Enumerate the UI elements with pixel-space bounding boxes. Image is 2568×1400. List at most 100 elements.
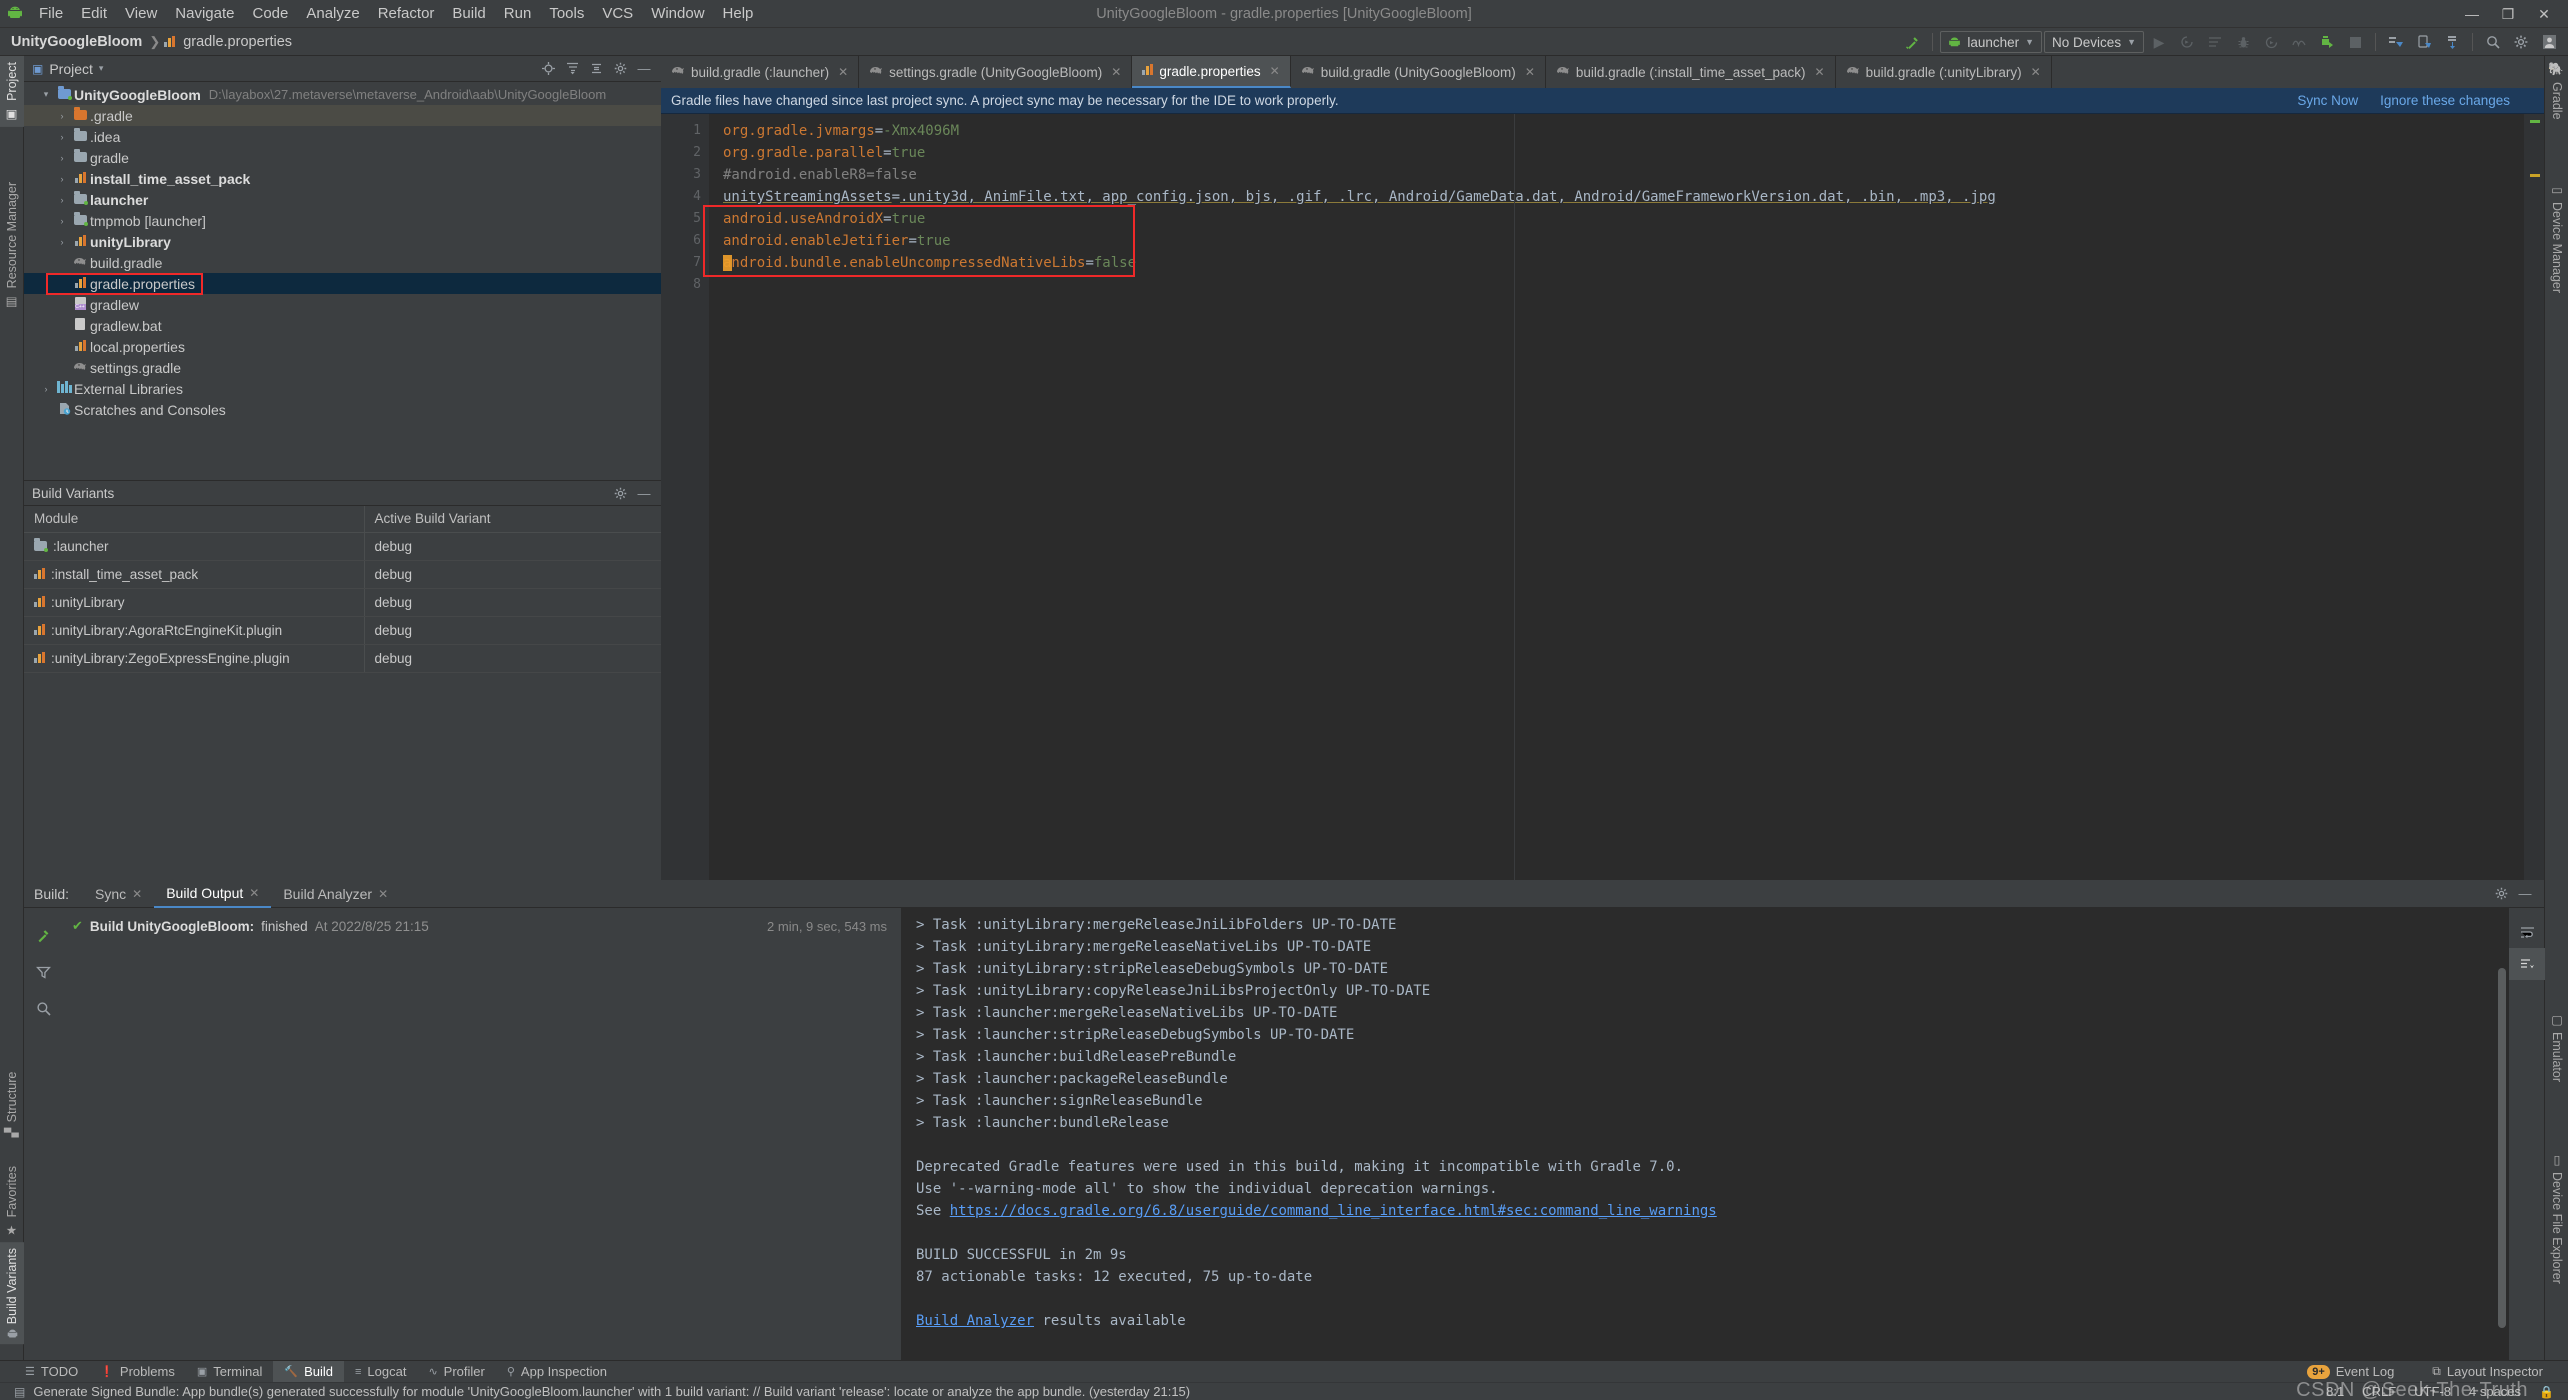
table-row[interactable]: :launcher debug [24,532,661,561]
left-tool-strip[interactable]: ▣ Project ▤ Resource Manager ▞ Structure… [0,56,24,1360]
build-icon[interactable] [2202,30,2228,54]
sidebar-item-favorites[interactable]: ★ Favorites [0,1160,24,1243]
toolwindow-build[interactable]: 🔨 Build [273,1360,344,1383]
menu-navigate[interactable]: Navigate [166,0,243,28]
tree-node-gradlew[interactable]: C++ gradlew [24,294,661,315]
chevron-icon[interactable]: ▾ [38,89,54,100]
menu-file[interactable]: File [30,0,72,28]
tree-node-.gradle[interactable]: › .gradle [24,105,661,126]
window-controls[interactable]: — ❐ ✕ [2454,0,2562,28]
code-content[interactable]: org.gradle.jvmargs=-Xmx4096M org.gradle.p… [703,114,2524,880]
sidebar-item-emulator[interactable]: ▢ Emulator [2545,1006,2568,1088]
code-editor[interactable]: 12345678 org.gradle.jvmargs=-Xmx4096M org… [661,114,2544,880]
build-panel-rail[interactable] [24,908,62,1360]
close-icon[interactable]: ✕ [249,886,259,900]
toolwindow-terminal[interactable]: ▣ Terminal [186,1361,274,1383]
sdk-manager-icon[interactable] [2383,30,2409,54]
stop-icon[interactable] [2342,30,2368,54]
menu-bar[interactable]: File Edit View Navigate Code Analyze Refactor B… [30,0,762,28]
menu-analyze[interactable]: Analyze [297,0,368,28]
tree-node-build.gradle[interactable]: build.gradle [24,252,661,273]
indent-setting[interactable]: 4 spaces [2469,1384,2521,1399]
code-line[interactable]: org.gradle.parallel=true [723,142,2524,164]
build-tab-sync[interactable]: Sync ✕ [83,880,154,908]
tree-node-.idea[interactable]: › .idea [24,126,661,147]
project-tree[interactable]: ▾ UnityGoogleBloom D:\layabox\27.metaverse… [24,82,661,420]
settings-icon[interactable] [609,482,631,504]
sidebar-item-device-manager[interactable]: ▭ Device Manager [2545,176,2568,299]
editor-tab-build.gradle-launcher-[interactable]: build.gradle (:launcher) ✕ [661,56,860,88]
restart-build-icon[interactable] [24,918,62,954]
menu-vcs[interactable]: VCS [593,0,642,28]
sync-project-icon[interactable] [2439,30,2465,54]
profile-icon[interactable] [2286,30,2312,54]
chevron-icon[interactable]: › [54,195,70,205]
build-variant-value-cell[interactable]: debug [364,560,661,589]
tree-node-unitygooglebloom[interactable]: ▾ UnityGoogleBloom D:\layabox\27.metaverse… [24,84,661,105]
editor-tab-gradle.properties[interactable]: gradle.properties ✕ [1132,56,1291,88]
close-icon[interactable]: ✕ [378,887,388,901]
run-configuration-selector[interactable]: launcher ▼ [1940,31,2043,53]
sidebar-item-resource-manager[interactable]: ▤ Resource Manager [0,176,24,314]
settings-icon[interactable] [2508,30,2534,54]
hammer-icon[interactable] [1899,30,1925,54]
console-link[interactable]: https://docs.gradle.org/6.8/userguide/co… [950,1203,1717,1219]
ignore-changes-link[interactable]: Ignore these changes [2380,93,2510,108]
locate-icon[interactable] [537,58,559,80]
editor-tab-build.gradle-install_time_asset_pack-[interactable]: build.gradle (:install_time_asset_pack) ✕ [1546,56,1836,88]
build-result-tree[interactable]: ✔ Build UnityGoogleBloom: finished At 20… [62,908,902,1360]
code-line[interactable]: android.useAndroidX=true [723,208,2524,230]
build-result-row[interactable]: ✔ Build UnityGoogleBloom: finished At 20… [62,914,901,938]
editor-tab-build.gradle-unitylibrary-[interactable]: build.gradle (:unityLibrary) ✕ [1836,56,2052,88]
event-log-button[interactable]: 9+ Event Log [2296,1361,2405,1383]
close-icon[interactable]: ✕ [1111,65,1121,79]
chevron-icon[interactable]: › [54,111,70,121]
breadcrumb-project[interactable]: UnityGoogleBloom [8,34,145,50]
build-variant-value-cell[interactable]: debug [364,616,661,645]
sidebar-item-project[interactable]: ▣ Project [0,56,24,127]
build-panel-tabs[interactable]: Build: Sync ✕ Build Output ✕ Build Analyzer ✕… [24,880,2544,908]
filter-icon[interactable] [24,954,62,990]
code-line[interactable] [723,274,2524,296]
layout-inspector-button[interactable]: ⧉ Layout Inspector [2421,1361,2554,1383]
device-selector[interactable]: No Devices ▼ [2044,31,2144,53]
avd-manager-icon[interactable] [2411,30,2437,54]
tree-node-tmpmob-launcher-[interactable]: › tmpmob [launcher] [24,210,661,231]
maximize-button[interactable]: ❐ [2490,0,2526,28]
editor-tab-bar[interactable]: build.gradle (:launcher) ✕ settings.gradle… [661,56,2544,88]
tree-node-external-libraries[interactable]: › External Libraries [24,378,661,399]
sidebar-item-structure[interactable]: ▞ Structure [0,1066,24,1143]
chevron-icon[interactable]: › [54,237,70,247]
editor-tab-build.gradle-unitygooglebloom-[interactable]: build.gradle (UnityGoogleBloom) ✕ [1291,56,1546,88]
sync-now-link[interactable]: Sync Now [2297,93,2358,108]
tree-node-launcher[interactable]: › launcher [24,189,661,210]
editor-tab-settings.gradle-unitygooglebloom-[interactable]: settings.gradle (UnityGoogleBloom) ✕ [859,56,1133,88]
apply-changes-icon[interactable] [2314,30,2340,54]
build-analyzer-link[interactable]: Build Analyzer [916,1313,1034,1329]
menu-view[interactable]: View [116,0,166,28]
chevron-icon[interactable]: › [54,132,70,142]
menu-run[interactable]: Run [495,0,541,28]
toolwindow-app-inspection[interactable]: ⚲ App Inspection [496,1361,618,1383]
close-icon[interactable]: ✕ [1815,65,1825,79]
zoom-icon[interactable] [24,990,62,1026]
table-row[interactable]: :unityLibrary:ZegoExpressEngine.plugin de… [24,644,661,673]
debug-attach-icon[interactable] [2174,30,2200,54]
close-button[interactable]: ✕ [2526,0,2562,28]
chevron-icon[interactable]: › [54,216,70,226]
file-encoding[interactable]: UTF-8 [2414,1384,2451,1399]
status-message[interactable]: Generate Signed Bundle: App bundle(s) ge… [33,1384,1190,1399]
right-tool-strip[interactable]: 🐘 Gradle ▭ Device Manager ▢ Emulator ▯ D… [2544,56,2568,1360]
collapse-all-icon[interactable] [585,58,607,80]
menu-code[interactable]: Code [243,0,297,28]
tree-node-scratches-and-consoles[interactable]: Scratches and Consoles [24,399,661,420]
main-toolbar[interactable]: launcher ▼ No Devices ▼ ▶ [1899,28,2562,56]
toolwindow-logcat[interactable]: ≡ Logcat [344,1361,417,1383]
tree-node-unitylibrary[interactable]: › unityLibrary [24,231,661,252]
chevron-icon[interactable]: › [38,384,54,394]
lock-icon[interactable]: 🔒 [2539,1385,2554,1399]
account-icon[interactable] [2536,30,2562,54]
line-separator[interactable]: CRLF [2362,1384,2396,1399]
build-variant-value-cell[interactable]: debug [364,644,661,673]
close-icon[interactable]: ✕ [838,65,848,79]
